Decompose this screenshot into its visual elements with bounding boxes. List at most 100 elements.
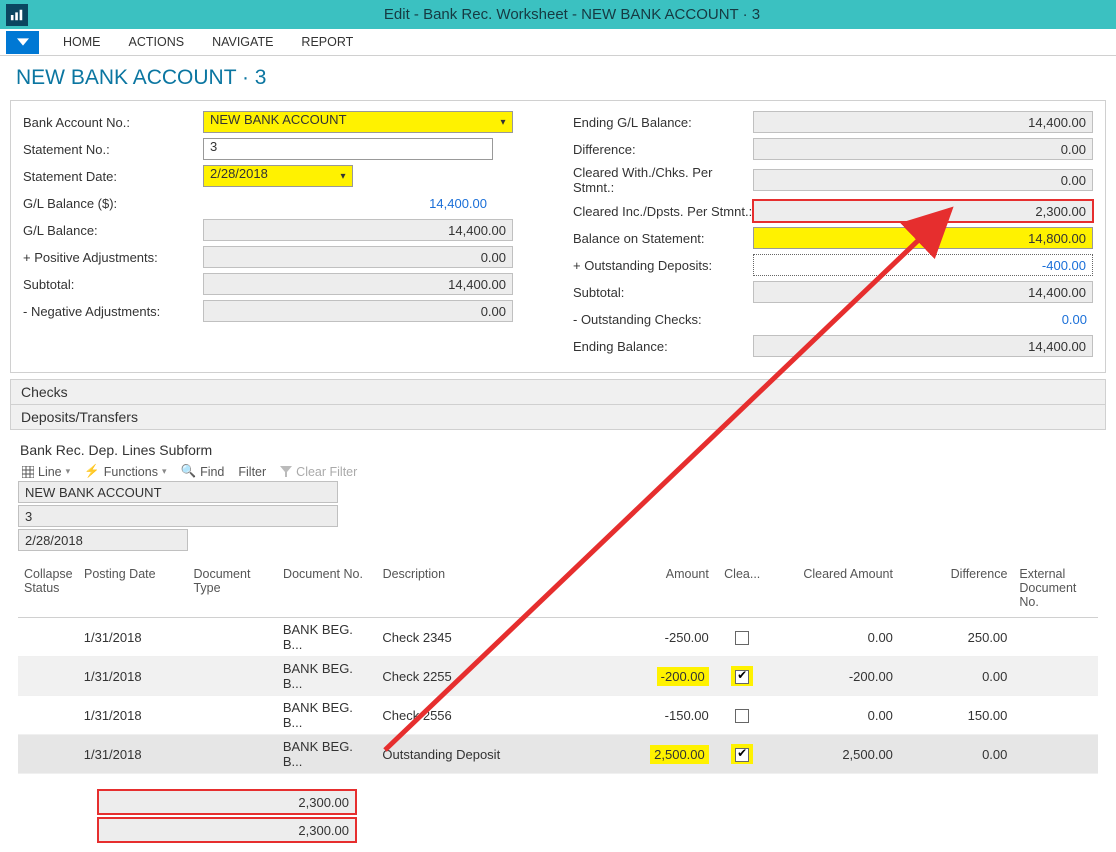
lbl-balance-stmt: Balance on Statement:	[573, 231, 753, 246]
filter-bank-account[interactable]: NEW BANK ACCOUNT	[18, 481, 338, 503]
table-row[interactable]: 1/31/2018 BANK BEG. B... Outstanding Dep…	[18, 735, 1098, 774]
subform-title: Bank Rec. Dep. Lines Subform	[18, 438, 1098, 462]
filter-statement-no[interactable]: 3	[18, 505, 338, 527]
lbl-statement-no: Statement No.:	[23, 142, 203, 157]
tb-filter[interactable]: Filter	[238, 465, 266, 479]
app-icon	[6, 4, 28, 26]
cell-difference: 250.00	[899, 626, 1013, 649]
lbl-difference: Difference:	[573, 142, 753, 157]
lbl-cleared-with: Cleared With./Chks. Per Stmnt.:	[573, 165, 753, 195]
cell-doc-no: BANK BEG. B...	[277, 657, 377, 695]
section-deposits[interactable]: Deposits/Transfers	[10, 405, 1106, 430]
cleared-checkbox[interactable]	[735, 748, 749, 762]
lbl-ending-bal: Ending Balance:	[573, 339, 753, 354]
cell-doc-no: BANK BEG. B...	[277, 735, 377, 773]
cell-difference: 0.00	[899, 665, 1013, 688]
col-collapse[interactable]: Collapse Status	[18, 563, 78, 613]
col-cleared-amount[interactable]: Cleared Amount	[770, 563, 899, 613]
header-left-col: Bank Account No.: NEW BANK ACCOUNT ▾ Sta…	[23, 111, 543, 362]
cleared-checkbox[interactable]	[735, 631, 749, 645]
section-checks[interactable]: Checks	[10, 379, 1106, 405]
tb-functions-label: Functions	[104, 465, 158, 479]
col-doc-type[interactable]: Document Type	[187, 563, 277, 613]
tab-home[interactable]: HOME	[49, 29, 115, 55]
col-amount[interactable]: Amount	[625, 563, 715, 613]
balance-stmt-value[interactable]: 14,800.00	[753, 227, 1093, 249]
ending-bal-value: 14,400.00	[753, 335, 1093, 357]
gl-balance-currency-link[interactable]: 14,400.00	[203, 192, 493, 214]
outstanding-dep-link[interactable]: -400.00	[753, 254, 1093, 276]
tb-functions[interactable]: ⚡ Functions ▾	[84, 464, 166, 479]
cell-description: Check 2345	[376, 626, 625, 649]
cell-difference: 0.00	[899, 743, 1013, 766]
cell-cleared-amount: -200.00	[770, 665, 899, 688]
cell-amount: -200.00	[625, 663, 715, 690]
header-form: Bank Account No.: NEW BANK ACCOUNT ▾ Sta…	[10, 100, 1106, 373]
col-description[interactable]: Description	[377, 563, 626, 613]
cell-cleared-amount: 2,500.00	[770, 743, 899, 766]
app-menu-button[interactable]	[6, 31, 39, 54]
cleared-with-value: 0.00	[753, 169, 1093, 191]
cleared-inc-value: 2,300.00	[753, 200, 1093, 222]
col-cleared[interactable]: Clea...	[715, 563, 770, 613]
subtotal-right-value: 14,400.00	[753, 281, 1093, 303]
tb-line[interactable]: Line ▾	[22, 465, 70, 479]
chevron-down-icon: ▾	[66, 466, 71, 477]
table-row[interactable]: 1/31/2018 BANK BEG. B... Check 2255 -200…	[18, 657, 1098, 696]
total-1: 2,300.00	[98, 790, 356, 814]
cell-cleared-amount: 0.00	[770, 704, 899, 727]
tb-filter-label: Filter	[238, 465, 266, 479]
col-posting-date[interactable]: Posting Date	[78, 563, 187, 613]
lbl-statement-date: Statement Date:	[23, 169, 203, 184]
cleared-checkbox[interactable]	[735, 709, 749, 723]
cell-posting-date: 1/31/2018	[78, 743, 188, 766]
title-bar: Edit - Bank Rec. Worksheet - NEW BANK AC…	[0, 0, 1116, 29]
col-difference[interactable]: Difference	[899, 563, 1013, 613]
tab-navigate[interactable]: NAVIGATE	[198, 29, 287, 55]
cell-description: Outstanding Deposit	[376, 743, 625, 766]
window-title: Edit - Bank Rec. Worksheet - NEW BANK AC…	[28, 6, 1116, 23]
subform-filter-row: NEW BANK ACCOUNT 3 2/28/2018	[18, 481, 1098, 553]
lbl-outstanding-chk: - Outstanding Checks:	[573, 312, 753, 327]
negative-adj-value: 0.00	[203, 300, 513, 322]
lbl-positive-adj: + Positive Adjustments:	[23, 250, 203, 265]
lbl-ending-gl: Ending G/L Balance:	[573, 115, 753, 130]
statement-date-value: 2/28/2018	[204, 166, 334, 186]
table-row[interactable]: 1/31/2018 BANK BEG. B... Check 2556 -150…	[18, 696, 1098, 735]
tab-report[interactable]: REPORT	[287, 29, 367, 55]
tb-clear-filter[interactable]: Clear Filter	[280, 465, 357, 479]
binoculars-icon: 🔍	[180, 464, 196, 479]
bank-account-no-value: NEW BANK ACCOUNT	[204, 112, 494, 132]
grid-header: Collapse Status Posting Date Document Ty…	[18, 559, 1098, 618]
statement-no-value: 3	[204, 139, 492, 159]
grid-icon	[22, 466, 34, 478]
cell-description: Check 2556	[376, 704, 625, 727]
cleared-checkbox[interactable]	[735, 670, 749, 684]
filter-statement-date[interactable]: 2/28/2018	[18, 529, 188, 551]
chevron-down-icon[interactable]: ▾	[494, 117, 512, 128]
col-doc-no[interactable]: Document No.	[277, 563, 377, 613]
cell-amount: -150.00	[625, 704, 715, 727]
total-2: 2,300.00	[98, 818, 356, 842]
lbl-cleared-inc: Cleared Inc./Dpsts. Per Stmnt.:	[573, 204, 753, 219]
deposit-lines-subform: Bank Rec. Dep. Lines Subform Line ▾ ⚡ Fu…	[10, 430, 1106, 842]
tb-find-label: Find	[200, 465, 224, 479]
grid-totals: 2,300.00 2,300.00	[18, 790, 1098, 842]
cell-amount: 2,500.00	[625, 741, 715, 768]
statement-date-combo[interactable]: 2/28/2018 ▾	[203, 165, 353, 187]
col-ext-doc[interactable]: External Document No.	[1013, 563, 1098, 613]
outstanding-chk-link[interactable]: 0.00	[753, 308, 1093, 330]
chevron-down-icon: ▾	[162, 466, 167, 477]
table-row[interactable]: 1/31/2018 BANK BEG. B... Check 2345 -250…	[18, 618, 1098, 657]
tb-line-label: Line	[38, 465, 62, 479]
bank-account-no-combo[interactable]: NEW BANK ACCOUNT ▾	[203, 111, 513, 133]
header-right-col: Ending G/L Balance: 14,400.00 Difference…	[573, 111, 1093, 362]
tab-actions[interactable]: ACTIONS	[115, 29, 199, 55]
chevron-down-icon[interactable]: ▾	[334, 171, 352, 182]
tb-find[interactable]: 🔍 Find	[180, 464, 224, 479]
cell-difference: 150.00	[899, 704, 1013, 727]
lbl-gl-balance-currency: G/L Balance ($):	[23, 196, 203, 211]
cell-amount: -250.00	[625, 626, 715, 649]
page-title: NEW BANK ACCOUNT · 3	[0, 56, 1116, 96]
statement-no-input[interactable]: 3	[203, 138, 493, 160]
